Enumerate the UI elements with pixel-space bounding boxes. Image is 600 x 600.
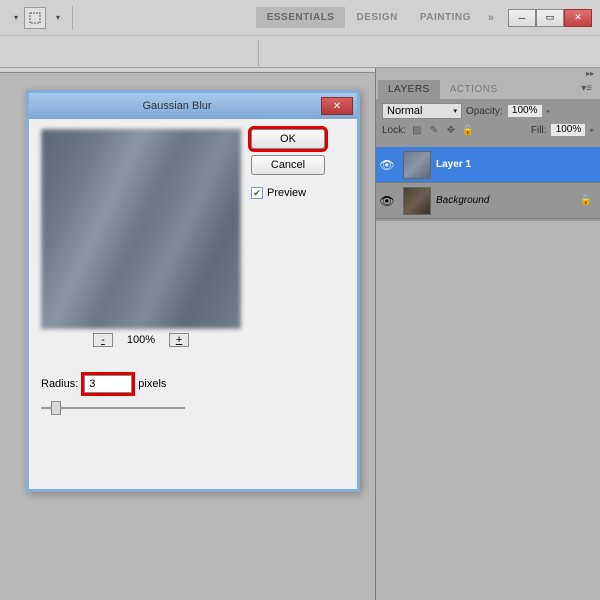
- workspace-more-icon[interactable]: »: [482, 12, 500, 24]
- dialog-title: Gaussian Blur: [33, 100, 321, 112]
- layer-name[interactable]: Background: [436, 195, 580, 206]
- options-bar: ▾ ▾ ESSENTIALS DESIGN PAINTING » ─ ▭ ✕: [0, 0, 600, 36]
- workspace-tab-painting[interactable]: PAINTING: [409, 7, 482, 28]
- window-controls: ─ ▭ ✕: [508, 9, 592, 27]
- lock-transparency-icon[interactable]: ▨: [410, 123, 424, 137]
- blur-preview[interactable]: [41, 129, 241, 329]
- layer-row[interactable]: 👁 Layer 1: [376, 147, 600, 183]
- lock-icon: 🔒: [580, 195, 592, 206]
- preview-label: Preview: [267, 187, 306, 199]
- cancel-button[interactable]: Cancel: [251, 155, 325, 175]
- divider: [72, 6, 73, 30]
- radius-slider[interactable]: [41, 401, 345, 415]
- layer-row[interactable]: 👁 Background 🔒: [376, 183, 600, 219]
- fill-input[interactable]: 100%: [550, 123, 586, 137]
- dropdown-arrow-icon[interactable]: ▾: [14, 13, 18, 22]
- layers-panel: Normal▾ Opacity: 100% ▸ Lock: ▨ ✎ ✥ 🔒 Fi…: [376, 99, 600, 145]
- panel-menu-icon[interactable]: ▾≡: [575, 80, 598, 99]
- zoom-out-button[interactable]: -: [93, 333, 113, 347]
- opacity-flyout-icon[interactable]: ▸: [547, 107, 551, 115]
- layer-name[interactable]: Layer 1: [436, 159, 600, 170]
- visibility-icon[interactable]: 👁: [376, 158, 398, 172]
- lock-all-icon[interactable]: 🔒: [461, 123, 475, 137]
- preview-checkbox[interactable]: ✔: [251, 187, 263, 199]
- fill-label: Fill:: [531, 125, 547, 136]
- fill-flyout-icon[interactable]: ▸: [590, 126, 594, 134]
- workspace-tab-design[interactable]: DESIGN: [345, 7, 408, 28]
- minimize-button[interactable]: ─: [508, 9, 536, 27]
- layers-list: 👁 Layer 1 👁 Background 🔒: [376, 145, 600, 221]
- radius-input[interactable]: [84, 375, 132, 393]
- workspace-tab-essentials[interactable]: ESSENTIALS: [256, 7, 346, 28]
- tool-preset-button[interactable]: [24, 7, 46, 29]
- zoom-level: 100%: [127, 334, 155, 346]
- ok-button[interactable]: OK: [251, 129, 325, 149]
- layer-thumbnail[interactable]: [403, 187, 431, 215]
- slider-track: [41, 407, 185, 409]
- panels-dock: ▸▸ LAYERS ACTIONS ▾≡ Normal▾ Opacity: 10…: [375, 68, 600, 600]
- radius-unit: pixels: [138, 378, 166, 390]
- collapse-icon[interactable]: ▸▸: [586, 69, 594, 78]
- workspace-switcher: ESSENTIALS DESIGN PAINTING »: [256, 7, 500, 28]
- opacity-label: Opacity:: [466, 106, 503, 117]
- dialog-titlebar[interactable]: Gaussian Blur ✕: [29, 93, 357, 119]
- layer-thumbnail[interactable]: [403, 151, 431, 179]
- dropdown-arrow-icon[interactable]: ▾: [56, 13, 60, 22]
- tab-layers[interactable]: LAYERS: [378, 80, 440, 99]
- opacity-input[interactable]: 100%: [507, 104, 543, 118]
- lock-paint-icon[interactable]: ✎: [427, 123, 441, 137]
- radius-label: Radius:: [41, 378, 78, 390]
- panel-tabs: LAYERS ACTIONS ▾≡: [376, 78, 600, 99]
- zoom-in-button[interactable]: +: [169, 333, 189, 347]
- close-button[interactable]: ✕: [564, 9, 592, 27]
- restore-button[interactable]: ▭: [536, 9, 564, 27]
- dialog-close-button[interactable]: ✕: [321, 97, 353, 115]
- gaussian-blur-dialog: Gaussian Blur ✕ - 100% + OK Cancel ✔ Pre…: [26, 90, 360, 492]
- secondary-toolbar: [0, 36, 600, 68]
- blend-mode-select[interactable]: Normal▾: [382, 103, 462, 119]
- tab-actions[interactable]: ACTIONS: [440, 80, 508, 99]
- slider-thumb[interactable]: [51, 401, 61, 415]
- visibility-icon[interactable]: 👁: [376, 194, 398, 208]
- lock-label: Lock:: [382, 125, 406, 136]
- lock-buttons: ▨ ✎ ✥ 🔒: [410, 123, 475, 137]
- lock-position-icon[interactable]: ✥: [444, 123, 458, 137]
